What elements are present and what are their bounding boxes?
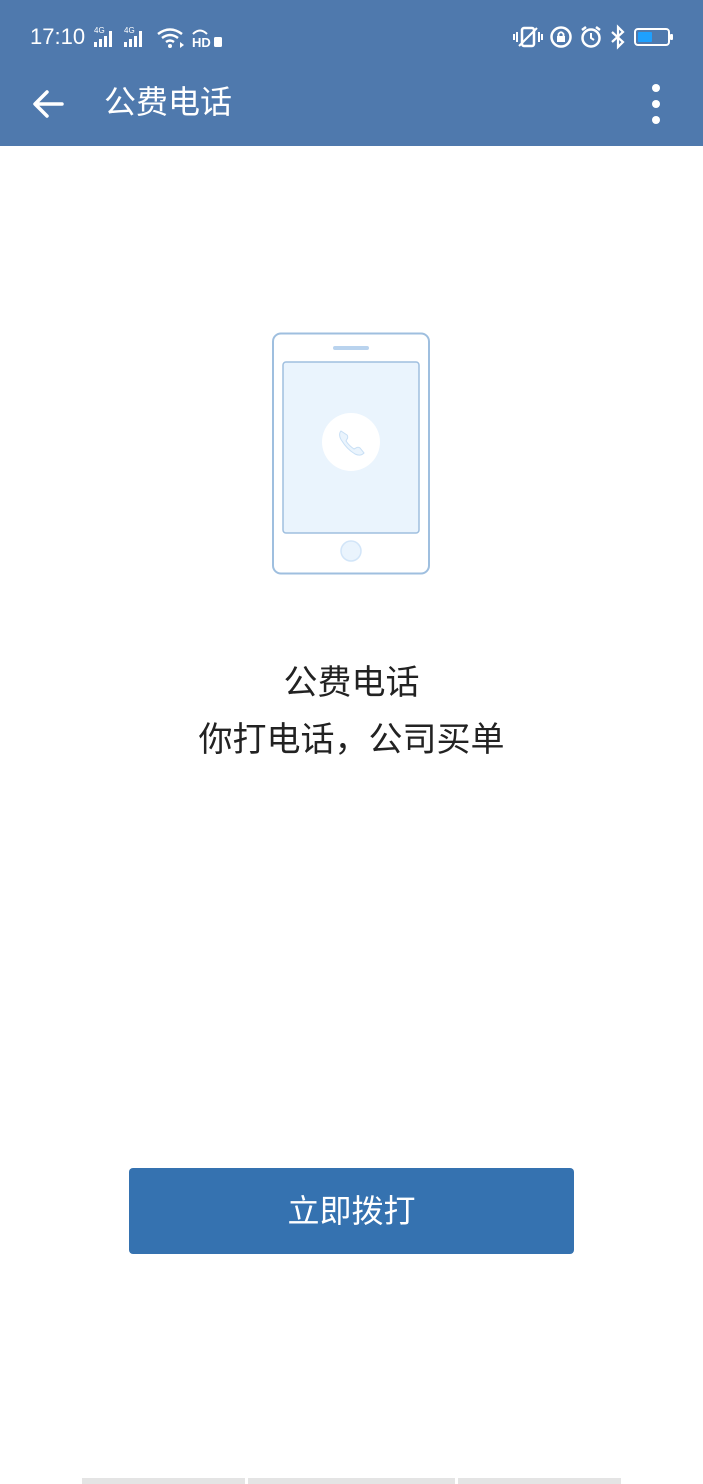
hd-call-icon: HD <box>192 29 222 49</box>
phone-call-illustration <box>272 332 430 575</box>
more-options-button[interactable] <box>633 76 679 132</box>
vibrate-icon <box>513 26 543 48</box>
app-bar: 公费电话 <box>0 70 703 146</box>
network-label-1: 4G <box>94 26 105 35</box>
top-bar: 17:10 4G 4G HD 公费电话 <box>0 0 703 146</box>
bottom-indicator-left <box>82 1478 245 1484</box>
phone-call-icon <box>322 413 380 471</box>
bottom-indicator-right <box>458 1478 621 1484</box>
lock-rotation-icon <box>550 26 572 48</box>
alarm-icon <box>581 26 601 48</box>
arrow-back-icon <box>33 90 64 118</box>
battery-icon <box>634 28 673 46</box>
status-left-icons: 4G 4G HD <box>92 24 224 50</box>
signal-4g-icon-2: 4G <box>124 26 142 47</box>
bottom-indicator-center <box>248 1478 455 1484</box>
status-bar: 17:10 4G 4G HD <box>0 0 703 70</box>
status-right-icons <box>513 23 675 51</box>
bluetooth-icon <box>611 24 625 50</box>
wifi-icon <box>157 28 184 48</box>
status-time: 17:10 <box>30 24 86 49</box>
signal-4g-icon: 4G <box>94 26 112 47</box>
page-title: 公费电话 <box>104 83 233 121</box>
network-label-2: 4G <box>124 26 135 35</box>
feature-subtitle: 你打电话，公司买单 <box>198 720 505 760</box>
back-button[interactable] <box>22 78 74 130</box>
more-vert-icon <box>652 84 660 124</box>
hd-label: HD <box>192 35 211 49</box>
feature-title: 公费电话 <box>283 663 420 703</box>
call-now-button[interactable]: 立即拨打 <box>129 1168 574 1254</box>
